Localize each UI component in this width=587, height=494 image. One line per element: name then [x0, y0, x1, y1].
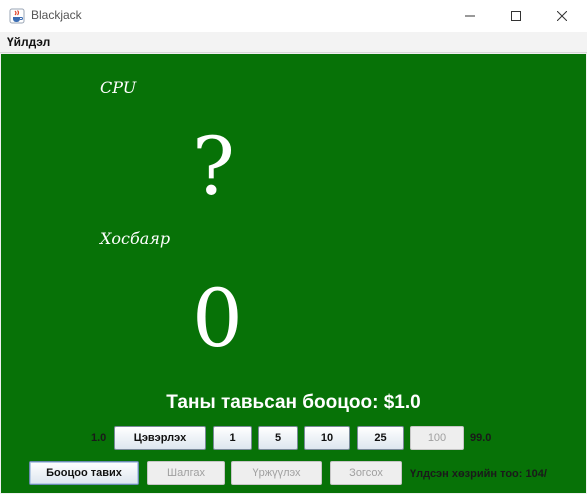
- bet-1-button[interactable]: 1: [213, 426, 252, 450]
- bet-10-button[interactable]: 10: [304, 426, 350, 450]
- bet-amount-text: Таны тавьсан бооцоо: $1.0: [166, 392, 421, 413]
- max-bet-label: 99.0: [470, 432, 492, 444]
- cpu-label: CPU: [100, 78, 137, 97]
- stand-button[interactable]: Зогсох: [330, 461, 402, 485]
- player-label: Хосбаяр: [100, 229, 171, 248]
- close-button[interactable]: [539, 0, 585, 32]
- remaining-cards-status: Үлдсэн хөзрийн тоо: 104/: [410, 468, 547, 480]
- window-title: Blackjack: [31, 8, 82, 22]
- clear-bet-button[interactable]: Цэвэрлэх: [114, 426, 206, 450]
- minimize-icon: [465, 15, 475, 17]
- minimize-button[interactable]: [447, 0, 493, 32]
- place-bet-button[interactable]: Бооцоо тавих: [29, 461, 139, 485]
- bet-100-button[interactable]: 100: [410, 426, 464, 450]
- cpu-score: ?: [192, 120, 235, 213]
- menu-item-actions[interactable]: Үйлдэл: [7, 35, 50, 49]
- hit-button[interactable]: Шалгах: [147, 461, 225, 485]
- bet-5-button[interactable]: 5: [258, 426, 298, 450]
- maximize-icon: [511, 11, 521, 21]
- min-bet-label: 1.0: [91, 432, 107, 444]
- maximize-button[interactable]: [493, 0, 539, 32]
- close-icon: [557, 11, 567, 21]
- bet-25-button[interactable]: 25: [357, 426, 404, 450]
- double-button[interactable]: Үржүүлэх: [231, 461, 322, 485]
- java-coffee-icon: [9, 8, 25, 24]
- game-table: CPU ? Хосбаяр 0 Таны тавьсан бооцоо: $1.…: [1, 54, 586, 493]
- menu-bar: Үйлдэл: [0, 32, 587, 53]
- player-score: 0: [192, 272, 243, 365]
- title-bar: Blackjack: [0, 0, 587, 32]
